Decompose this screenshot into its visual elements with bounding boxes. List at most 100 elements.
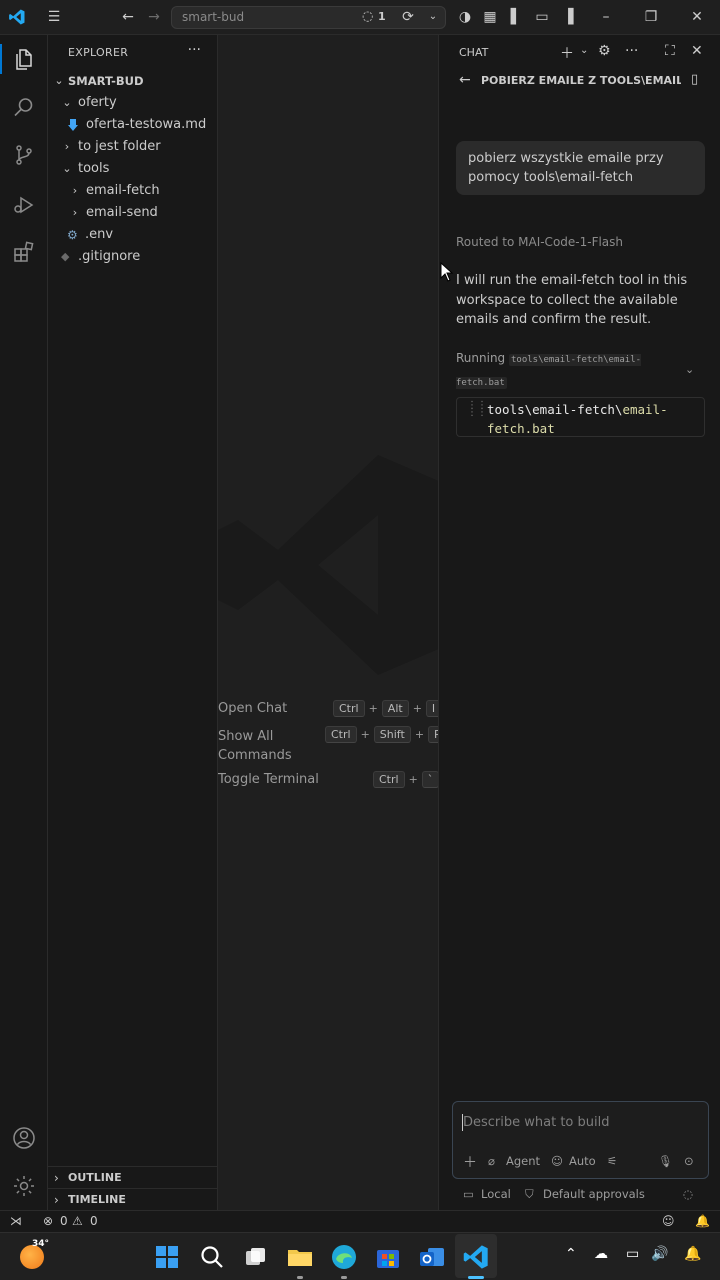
chat-input-placeholder[interactable]: Describe what to build — [463, 1115, 610, 1130]
chevron-down-icon[interactable]: ⌄ — [685, 363, 694, 376]
activity-bar — [0, 35, 48, 1210]
status-bar: ⋊ ⊗ 0 ⚠ 0 ☺ 🔔 — [0, 1210, 720, 1232]
more-actions-icon[interactable]: ··· — [188, 42, 201, 58]
menu-icon[interactable]: ☰ — [45, 8, 63, 26]
agent-mode-label[interactable]: Agent — [506, 1154, 540, 1168]
copilot-status-icon[interactable]: ☺ — [662, 1214, 675, 1228]
display-icon[interactable]: ▭ — [626, 1246, 639, 1262]
close-icon[interactable]: ✕ — [691, 43, 703, 59]
add-context-icon[interactable]: ＋ — [463, 1152, 477, 1172]
task-view-icon[interactable] — [242, 1243, 270, 1271]
remote-icon[interactable]: ⋊ — [10, 1214, 22, 1228]
notification-bell-icon[interactable]: 🔔 — [684, 1246, 701, 1262]
account-icon[interactable] — [12, 1126, 36, 1150]
editor-area[interactable]: Open Chat Ctrl + Alt + I Show All Commands C… — [218, 35, 438, 1210]
microphone-icon[interactable]: 🎙 — [658, 1154, 673, 1168]
tree-folder-to-jest-folder[interactable]: › to jest folder — [48, 136, 218, 158]
chevron-down-icon[interactable]: ⌄ — [424, 8, 442, 26]
shield-icon: ⛉ — [525, 1187, 534, 1201]
loading-spinner-icon: ◌ — [683, 1187, 694, 1201]
microsoft-store-icon[interactable] — [374, 1243, 402, 1271]
restore-icon[interactable]: ❐ — [642, 8, 660, 26]
hint-label: Toggle Terminal — [218, 772, 319, 787]
extensions-icon[interactable] — [12, 240, 36, 264]
markdown-file-icon — [68, 119, 78, 131]
toggle-primary-sidebar-icon[interactable]: ▌ — [507, 8, 525, 26]
tree-folder-tools[interactable]: ⌄ tools — [48, 158, 218, 180]
hint-label: Show All Commands — [218, 729, 292, 763]
back-arrow-icon[interactable]: ← — [459, 72, 471, 88]
windows-start-icon[interactable] — [153, 1243, 181, 1271]
onedrive-offline-icon[interactable]: ☁ — [594, 1246, 608, 1262]
new-chat-icon[interactable]: ＋ — [560, 43, 574, 63]
file-explorer-icon[interactable] — [286, 1243, 314, 1271]
search-icon[interactable] — [12, 95, 36, 119]
sync-icon[interactable]: ◌ — [362, 9, 373, 24]
source-control-icon[interactable] — [12, 143, 36, 167]
approvals-label[interactable]: Default approvals — [543, 1187, 645, 1201]
vscode-taskbar-icon[interactable] — [462, 1243, 490, 1271]
chevron-up-icon[interactable]: ⌃ — [565, 1246, 577, 1262]
tree-item-label: tools — [78, 161, 110, 176]
vscode-logo-icon — [9, 9, 25, 25]
chat-footer: ▭ Local ⛉ Default approvals ◌ — [439, 1187, 720, 1205]
model-auto-label[interactable]: Auto — [569, 1154, 596, 1168]
tools-config-icon[interactable]: ⚟ — [607, 1154, 617, 1168]
copilot-icon[interactable]: ⟳ — [399, 8, 417, 26]
toggle-panel-icon[interactable]: ▭ — [533, 8, 551, 26]
warning-count[interactable]: 0 — [90, 1214, 98, 1228]
chevron-right-icon: › — [72, 206, 78, 219]
edge-browser-icon[interactable] — [330, 1243, 358, 1271]
minimize-icon[interactable]: – — [597, 8, 615, 26]
running-indicator — [297, 1276, 303, 1279]
tree-item-label: email-send — [86, 205, 158, 220]
tree-item-label: .env — [85, 227, 114, 242]
chevron-right-icon: › — [54, 1193, 59, 1207]
back-arrow-icon[interactable]: ← — [119, 8, 137, 26]
error-icon[interactable]: ⊗ — [43, 1214, 53, 1228]
settings-gear-icon[interactable] — [12, 1174, 36, 1198]
stop-icon[interactable]: ⊙ — [684, 1154, 694, 1168]
error-count[interactable]: 0 — [60, 1214, 68, 1228]
gear-icon[interactable]: ⚙ — [598, 43, 611, 59]
outlook-icon[interactable] — [418, 1243, 446, 1271]
bell-icon[interactable]: 🔔 — [695, 1214, 710, 1228]
tool-running-status[interactable]: Running tools\email-fetch\email-fetch.ba… — [456, 348, 646, 394]
tree-folder-oferty[interactable]: ⌄ oferty — [48, 92, 218, 114]
accounts-icon[interactable]: ◑ — [456, 8, 474, 26]
tree-folder-email-send[interactable]: › email-send — [48, 202, 218, 224]
panel-layout-icon[interactable]: ▯ — [691, 72, 698, 87]
tree-file-oferta-testowa[interactable]: oferta-testowa.md — [48, 114, 218, 136]
title-bar: ☰ ← → smart-bud ◌ 1 ⟳ ⌄ ◑ ▦ ▌ ▭ ▐ – ❐ ✕ — [0, 0, 720, 35]
outline-label: OUTLINE — [68, 1171, 122, 1184]
hint-open-chat: Open Chat Ctrl + Alt + I — [218, 700, 438, 720]
weather-temp: 34° — [32, 1239, 50, 1249]
outline-section[interactable]: › OUTLINE — [48, 1166, 218, 1188]
toggle-secondary-sidebar-icon[interactable]: ▐ — [559, 8, 577, 26]
maximize-icon[interactable]: ⛶ — [665, 43, 675, 59]
chat-header: CHAT ＋ ⌄ ⚙ ··· ⛶ ✕ — [439, 35, 720, 70]
tree-file-env[interactable]: ⚙ .env — [48, 224, 218, 246]
warning-icon[interactable]: ⚠ — [72, 1214, 83, 1228]
search-icon[interactable] — [198, 1243, 226, 1271]
agent-mode-icon[interactable]: ⌀ — [488, 1154, 495, 1168]
tree-file-gitignore[interactable]: ◆ .gitignore — [48, 246, 218, 268]
explorer-icon[interactable] — [12, 47, 36, 71]
conversation-title: POBIERZ EMAILE Z TOOLS\EMAIL-F... — [481, 74, 681, 87]
more-actions-icon[interactable]: ··· — [625, 43, 638, 59]
model-icon[interactable]: ☺ — [551, 1154, 563, 1168]
chevron-down-icon[interactable]: ⌄ — [580, 45, 588, 56]
windows-taskbar: 34° ⌃ ☁ ▭ 🔊 🔔 — [0, 1232, 720, 1280]
tree-folder-email-fetch[interactable]: › email-fetch — [48, 180, 218, 202]
chat-title: CHAT — [459, 46, 489, 59]
drag-handle-icon[interactable]: ⋮⋮ ⋮⋮ — [467, 401, 487, 418]
tree-root[interactable]: ⌄ SMART-BUD — [48, 70, 218, 92]
customize-layout-icon[interactable]: ▦ — [481, 8, 499, 26]
hint-label: Open Chat — [218, 701, 288, 716]
volume-icon[interactable]: 🔊 — [651, 1246, 668, 1262]
timeline-section[interactable]: › TIMELINE — [48, 1188, 218, 1210]
local-label[interactable]: Local — [481, 1187, 511, 1201]
run-debug-icon[interactable] — [12, 193, 36, 217]
chat-input-box[interactable]: Describe what to build ＋ ⌀ Agent ☺ Auto … — [452, 1101, 709, 1179]
close-window-icon[interactable]: ✕ — [688, 8, 706, 26]
